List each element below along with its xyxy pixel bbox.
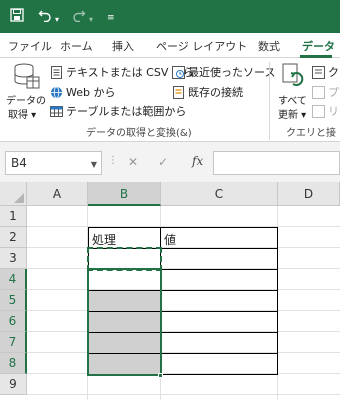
chevron-down-icon[interactable]: ▼ bbox=[91, 160, 97, 169]
recent-sources-icon bbox=[172, 65, 185, 79]
ribbon-data: データの 取得 ▾ テキストまたは CSV から Web から テーブルまたは範… bbox=[0, 58, 340, 142]
save-icon[interactable] bbox=[10, 8, 24, 26]
globe-icon bbox=[50, 86, 63, 99]
column-header-a[interactable]: A bbox=[27, 182, 88, 206]
title-bar: ▾ ▾ ≡ bbox=[0, 0, 340, 33]
refresh-all-button[interactable]: すべて 更新 ▾ bbox=[274, 62, 308, 121]
gridline bbox=[27, 394, 340, 395]
row-header-9[interactable]: 9 bbox=[0, 374, 27, 395]
row-header-2[interactable]: 2 bbox=[0, 227, 27, 248]
redo-dropdown-icon[interactable]: ▾ bbox=[89, 12, 93, 28]
database-icon bbox=[12, 62, 40, 93]
get-data-label-line2: 取得 ▾ bbox=[8, 110, 37, 121]
existing-connections-icon bbox=[172, 85, 185, 99]
fill-handle[interactable] bbox=[158, 373, 163, 378]
row-header-3[interactable]: 3 bbox=[0, 248, 27, 269]
queries-connections-button[interactable]: ク bbox=[312, 64, 339, 80]
queries-icon bbox=[312, 65, 325, 79]
row-header-1[interactable]: 1 bbox=[0, 206, 27, 227]
refresh-all-label-line1: すべて bbox=[278, 96, 307, 107]
recent-sources-label: 最近使ったソース bbox=[188, 66, 276, 79]
tab-insert[interactable]: 挿入 bbox=[112, 38, 134, 54]
name-box-value: B4 bbox=[11, 156, 27, 170]
refresh-all-label-line2: 更新 ▾ bbox=[278, 110, 307, 121]
cell-b2[interactable]: 処理 bbox=[88, 227, 161, 249]
name-box[interactable]: B4 ▼ bbox=[5, 151, 102, 175]
table-range-label: テーブルまたは範囲から bbox=[66, 105, 187, 118]
properties-icon bbox=[312, 85, 325, 99]
row-header-5[interactable]: 5 bbox=[0, 290, 27, 311]
tab-data[interactable]: データ bbox=[302, 38, 335, 54]
cell-c5[interactable] bbox=[160, 290, 278, 312]
select-all-triangle-icon bbox=[14, 193, 24, 203]
tab-page-layout[interactable]: ページ レイアウト bbox=[156, 38, 247, 54]
cell-c6[interactable] bbox=[160, 311, 278, 333]
tab-file[interactable]: ファイル bbox=[8, 38, 52, 54]
column-header-c[interactable]: C bbox=[161, 182, 278, 206]
undo-icon[interactable] bbox=[38, 8, 52, 26]
more-options-icon[interactable]: ⋮ bbox=[108, 155, 118, 166]
text-file-icon bbox=[50, 65, 63, 79]
enter-icon[interactable]: ✓ bbox=[158, 155, 168, 169]
table-range-button[interactable]: テーブルまたは範囲から bbox=[50, 103, 186, 119]
cell-c8[interactable] bbox=[160, 353, 278, 375]
existing-connections-button[interactable]: 既存の接続 bbox=[172, 84, 243, 100]
recent-sources-button[interactable]: 最近使ったソース bbox=[172, 64, 275, 80]
row-header-6[interactable]: 6 bbox=[0, 311, 27, 332]
selection-range bbox=[87, 268, 162, 376]
cancel-icon[interactable]: ✕ bbox=[128, 155, 138, 169]
row-header-7[interactable]: 7 bbox=[0, 332, 27, 353]
select-all-button[interactable] bbox=[0, 182, 27, 206]
redo-icon[interactable] bbox=[72, 8, 86, 26]
properties-label: プ bbox=[328, 86, 339, 99]
insert-function-icon[interactable]: fx bbox=[192, 154, 203, 168]
cell-c4[interactable] bbox=[160, 269, 278, 291]
tab-home[interactable]: ホーム bbox=[60, 38, 93, 54]
group-label-get-transform: データの取得と変換(&) bbox=[86, 128, 192, 139]
group-label-queries: クエリと接 bbox=[286, 128, 336, 139]
cell-c2[interactable]: 値 bbox=[160, 227, 278, 249]
web-button[interactable]: Web から bbox=[50, 84, 115, 100]
properties-button[interactable]: プ bbox=[312, 84, 339, 100]
formula-input[interactable] bbox=[213, 151, 340, 175]
worksheet-grid: A B C D 1 2 3 4 5 6 7 8 9 処理 値 bbox=[0, 182, 340, 400]
row-header-8[interactable]: 8 bbox=[0, 353, 27, 374]
queries-connections-label: ク bbox=[328, 66, 339, 79]
get-data-button[interactable]: データの 取得 ▾ bbox=[6, 62, 46, 121]
get-data-label-line1: データの bbox=[6, 96, 46, 107]
undo-dropdown-icon[interactable]: ▾ bbox=[55, 12, 59, 28]
group-separator bbox=[269, 62, 270, 140]
column-header-d[interactable]: D bbox=[278, 182, 340, 206]
links-icon bbox=[312, 104, 325, 118]
row-header-4[interactable]: 4 bbox=[0, 269, 27, 290]
column-header-b[interactable]: B bbox=[88, 182, 161, 206]
existing-connections-label: 既存の接続 bbox=[188, 86, 243, 99]
tab-formulas[interactable]: 数式 bbox=[258, 38, 280, 54]
edit-links-label: リ bbox=[328, 105, 339, 118]
customize-qat-icon[interactable]: ≡ bbox=[107, 10, 115, 26]
ribbon-tabs: ファイル ホーム 挿入 ページ レイアウト 数式 データ bbox=[0, 33, 340, 58]
web-label: Web から bbox=[66, 86, 116, 99]
formula-bar: B4 ▼ ⋮ ✕ ✓ fx bbox=[0, 142, 340, 182]
edit-links-button[interactable]: リ bbox=[312, 103, 339, 119]
refresh-icon bbox=[280, 62, 306, 91]
cell-c7[interactable] bbox=[160, 332, 278, 354]
table-icon bbox=[50, 105, 63, 118]
cell-c3[interactable] bbox=[160, 248, 278, 270]
